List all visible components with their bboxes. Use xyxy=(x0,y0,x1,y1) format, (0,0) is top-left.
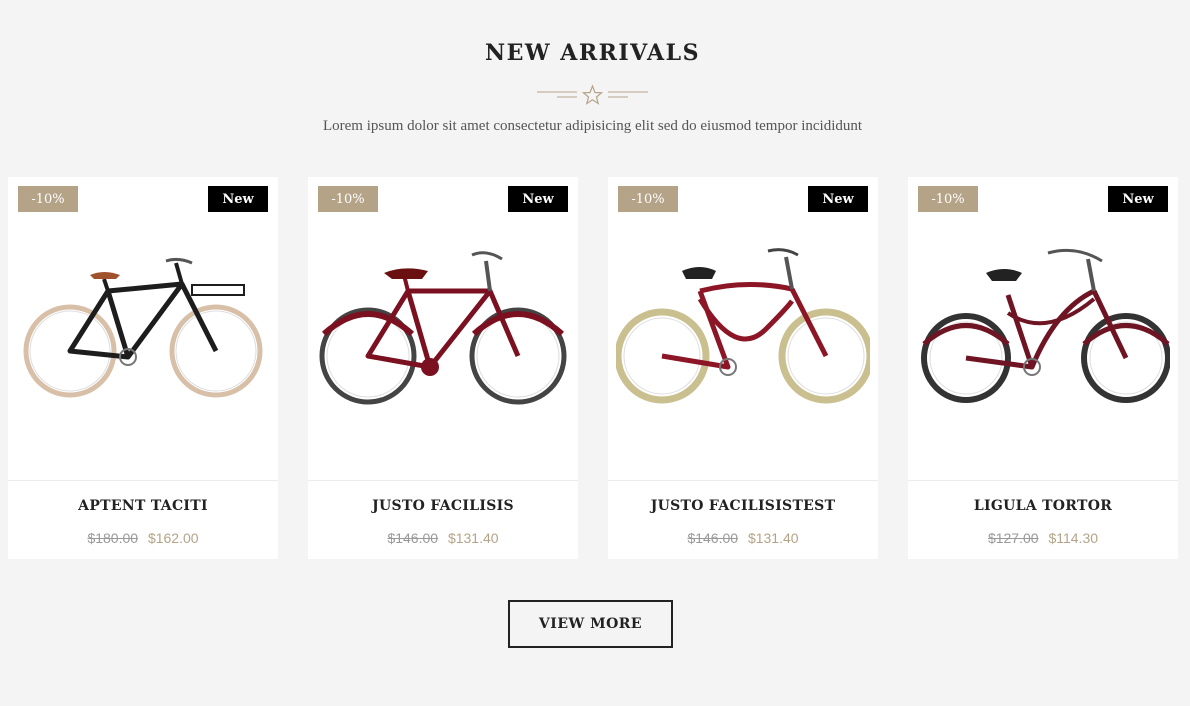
card-divider xyxy=(8,480,278,481)
product-card[interactable]: -10% New LIGULA TORTOR $127.00 $114.30 xyxy=(908,177,1178,559)
discount-badge: -10% xyxy=(618,186,678,212)
sale-price: $131.40 xyxy=(747,530,799,546)
product-name[interactable]: APTENT TACITI xyxy=(8,498,278,514)
discount-badge: -10% xyxy=(318,186,378,212)
card-divider xyxy=(308,480,578,481)
sale-price: $131.40 xyxy=(447,530,499,546)
price-row: $146.00 $131.40 xyxy=(308,530,578,546)
section-subtitle: Lorem ipsum dolor sit amet consectetur a… xyxy=(322,118,863,134)
old-price: $127.00 xyxy=(987,530,1039,546)
discount-badge: -10% xyxy=(18,186,78,212)
cruiser-bicycle-icon[interactable] xyxy=(616,239,870,419)
product-card[interactable]: -10% New APTENT TACITI $180.00 $162.00 xyxy=(8,177,278,559)
star-divider-icon xyxy=(537,84,648,105)
new-badge: New xyxy=(208,186,268,212)
price-row: $127.00 $114.30 xyxy=(908,530,1178,546)
new-badge: New xyxy=(508,186,568,212)
product-name[interactable]: LIGULA TORTOR xyxy=(908,498,1178,514)
section-title: NEW ARRIVALS xyxy=(485,40,700,66)
sale-price: $162.00 xyxy=(147,530,199,546)
price-row: $146.00 $131.40 xyxy=(608,530,878,546)
price-row: $180.00 $162.00 xyxy=(8,530,278,546)
product-name[interactable]: JUSTO FACILISISTEST xyxy=(608,498,878,514)
card-divider xyxy=(908,480,1178,481)
product-name[interactable]: JUSTO FACILISIS xyxy=(308,498,578,514)
old-price: $146.00 xyxy=(687,530,739,546)
product-card[interactable]: -10% New JUSTO FACILISIS $146.00 $131.40 xyxy=(308,177,578,559)
new-badge: New xyxy=(808,186,868,212)
sale-price: $114.30 xyxy=(1048,530,1099,546)
card-divider xyxy=(608,480,878,481)
bicycle-red-icon[interactable] xyxy=(316,239,570,419)
old-price: $180.00 xyxy=(87,530,139,546)
old-price: $146.00 xyxy=(387,530,439,546)
discount-badge: -10% xyxy=(918,186,978,212)
bicycle-black-icon[interactable] xyxy=(16,239,270,419)
new-badge: New xyxy=(1108,186,1168,212)
product-card[interactable]: -10% New JUSTO FACILISISTEST $146.00 $13… xyxy=(608,177,878,559)
view-more-button[interactable]: VIEW MORE xyxy=(508,600,673,648)
step-through-bicycle-icon[interactable] xyxy=(916,239,1170,419)
